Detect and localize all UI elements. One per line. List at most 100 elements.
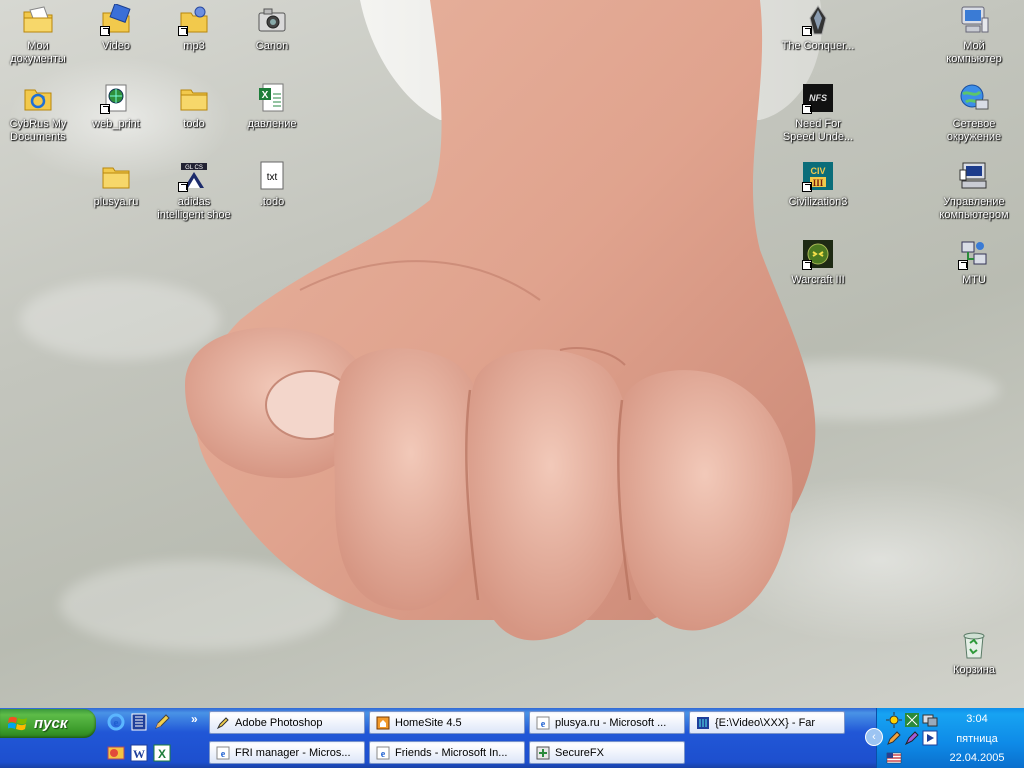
taskbar: пуск e » W X Adobe Photoshop HomeSite 4.… <box>0 708 1024 768</box>
desktop-icon-warcraft[interactable]: Warcraft III <box>780 238 856 287</box>
start-button[interactable]: пуск <box>0 709 96 738</box>
task-label: HomeSite 4.5 <box>395 716 462 729</box>
excel-file-icon: X <box>256 82 288 114</box>
icon-label: plusya.ru <box>93 196 139 208</box>
securefx-icon <box>536 746 550 759</box>
desktop-icon-civilization3[interactable]: CIV III Civilization3 <box>780 160 856 209</box>
mtu-shortcut-icon <box>958 238 990 270</box>
marker-tray-icon[interactable] <box>904 730 920 746</box>
shortcut-arrow-icon <box>178 26 188 36</box>
start-label: пуск <box>34 715 68 732</box>
shortcut-arrow-icon <box>178 182 188 192</box>
svg-text:III: III <box>813 178 824 188</box>
clock-date: 22.04.2005 <box>949 752 1005 764</box>
svg-text:X: X <box>262 90 269 101</box>
task-button-photoshop[interactable]: Adobe Photoshop <box>209 711 365 734</box>
quick-launch-overflow-button[interactable]: » <box>191 712 198 726</box>
system-tray: ‹ 3:04 пятница 22.04.2005 <box>865 708 1024 768</box>
svg-text:e: e <box>221 749 226 760</box>
camera-icon <box>256 4 288 36</box>
icon-label: Video <box>102 40 130 52</box>
icon-label: Сетевое окружение <box>946 118 1002 143</box>
desktop-icon-adidas[interactable]: GL CS adidas intelligent shoe <box>156 160 232 222</box>
svg-text:txt: txt <box>267 172 278 183</box>
task-label: {E:\Video\XXX} - Far <box>715 716 816 729</box>
monitor-tray-icon[interactable] <box>922 712 938 728</box>
icon-label: Warcraft III <box>791 274 845 286</box>
icon-label: Управление компьютером <box>939 196 1009 221</box>
far-icon <box>697 716 709 729</box>
task-button-far[interactable]: {E:\Video\XXX} - Far <box>689 711 845 734</box>
desktop-icon-dot-todo[interactable]: txt .todo <box>234 160 310 209</box>
icon-label: adidas intelligent shoe <box>157 196 231 221</box>
desktop-icon-my-documents[interactable]: Мои документы <box>0 4 76 66</box>
icon-label: todo <box>183 118 205 130</box>
icon-label: Корзина <box>953 664 995 676</box>
clock-time[interactable]: 3:04 <box>937 713 1017 725</box>
pencil-icon[interactable] <box>153 713 171 731</box>
desktop-icon-mp3[interactable]: mp3 <box>156 4 232 53</box>
sun-tray-icon[interactable] <box>886 712 902 728</box>
media-play-tray-icon[interactable] <box>922 730 938 746</box>
desktop-icon-web-print[interactable]: web_print <box>78 82 154 131</box>
desktop-icon-cybrus-my-documents[interactable]: CybRus My Documents <box>0 82 76 144</box>
desktop-icon-the-conquer[interactable]: The Conquer... <box>780 4 856 53</box>
icon-label: CybRus My Documents <box>9 118 67 143</box>
task-button-fri-manager[interactable]: e FRI manager - Micros... <box>209 741 365 764</box>
nfs-shortcut-icon: NFS <box>802 82 834 114</box>
desktop-icon-computer-management[interactable]: Управление компьютером <box>936 160 1012 222</box>
icon-label: Need For Speed Unde... <box>782 118 854 143</box>
folder-icon <box>178 82 210 114</box>
folder-icon <box>100 160 132 192</box>
my-computer-icon <box>958 4 990 36</box>
desktop-icon-mtu[interactable]: MTU <box>936 238 1012 287</box>
ie-icon[interactable]: e <box>107 713 125 731</box>
desktop-icon-network-places[interactable]: Сетевое окружение <box>936 82 1012 144</box>
svg-text:e: e <box>541 719 546 730</box>
desktop-icon-davlenie[interactable]: X давление <box>234 82 310 131</box>
svg-text:NFS: NFS <box>809 93 827 103</box>
svg-text:W: W <box>133 747 145 761</box>
computer-management-icon <box>958 160 990 192</box>
txt-file-icon: txt <box>256 160 288 192</box>
icon-label: Мои документы <box>10 40 66 65</box>
network-tray-icon[interactable] <box>904 712 920 728</box>
task-label: Adobe Photoshop <box>235 716 323 729</box>
shortcut-arrow-icon <box>802 104 812 114</box>
icon-label: mp3 <box>183 40 205 52</box>
task-button-securefx[interactable]: SecureFX <box>529 741 685 764</box>
word-icon[interactable]: W <box>130 744 148 762</box>
shortcut-arrow-icon <box>802 26 812 36</box>
task-button-plusya-ie[interactable]: e plusya.ru - Microsoft ... <box>529 711 685 734</box>
desktop-icon-video[interactable]: Video <box>78 4 154 53</box>
desktop-icon-recycle-bin[interactable]: Корзина <box>936 628 1012 677</box>
warcraft-shortcut-icon <box>802 238 834 270</box>
civ3-shortcut-icon: CIV III <box>802 160 834 192</box>
desktop-icon-my-computer[interactable]: Мой компьютер <box>936 4 1012 66</box>
icon-label: давление <box>247 118 297 130</box>
photoshop-icon <box>216 716 229 729</box>
desktop-icon-canon[interactable]: Canon <box>234 4 310 53</box>
language-flag-icon[interactable] <box>886 750 902 766</box>
task-label: SecureFX <box>555 746 604 759</box>
game-shortcut-icon <box>802 4 834 36</box>
show-hidden-icons-button[interactable]: ‹ <box>865 728 883 746</box>
task-button-friends[interactable]: e Friends - Microsoft In... <box>369 741 525 764</box>
pencil-tray-icon[interactable] <box>886 730 902 746</box>
shortcut-arrow-icon <box>802 182 812 192</box>
windows-logo-icon <box>8 716 27 730</box>
mp3-folder-shortcut-icon <box>178 4 210 36</box>
icon-label: Canon <box>255 40 289 52</box>
desktop-icon-plusya[interactable]: plusya.ru <box>78 160 154 209</box>
recycle-bin-icon <box>958 628 990 660</box>
icon-label: web_print <box>92 118 140 130</box>
outlook-icon[interactable] <box>107 744 125 762</box>
homesite-icon <box>376 716 390 729</box>
task-button-homesite[interactable]: HomeSite 4.5 <box>369 711 525 734</box>
excel-icon[interactable]: X <box>153 744 171 762</box>
desktop-icon-todo[interactable]: todo <box>156 82 232 131</box>
windows-media-icon[interactable] <box>130 713 148 731</box>
my-documents-folder-icon <box>22 4 54 36</box>
desktop-icon-need-for-speed[interactable]: NFS Need For Speed Unde... <box>780 82 856 144</box>
icon-label: MTU <box>962 274 986 286</box>
